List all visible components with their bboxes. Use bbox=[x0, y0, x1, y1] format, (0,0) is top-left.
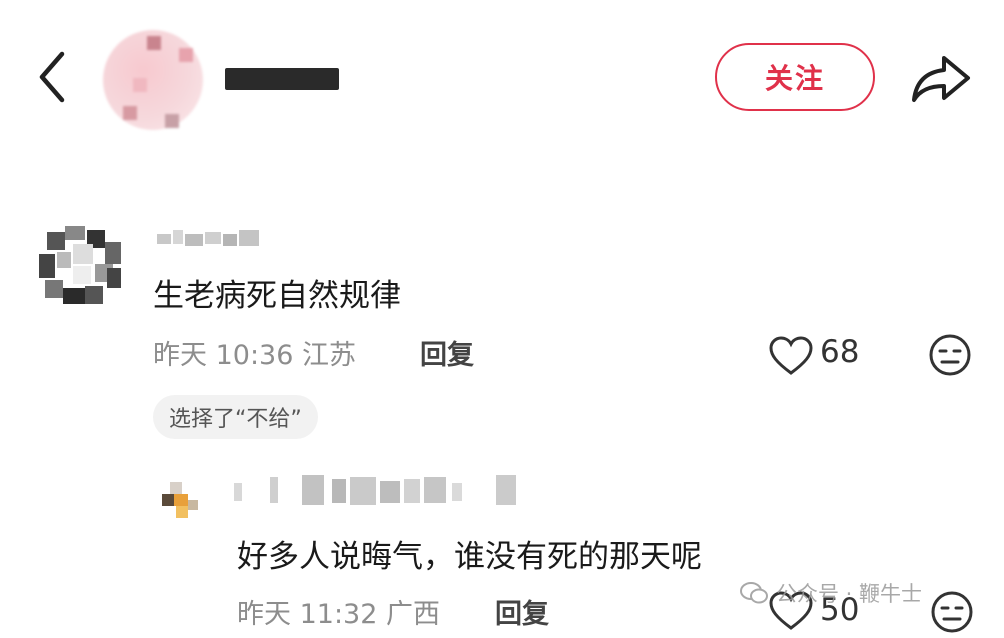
share-arrow-icon bbox=[912, 56, 970, 102]
author-avatar[interactable] bbox=[103, 30, 203, 130]
follow-button[interactable]: 关注 bbox=[715, 43, 875, 111]
dislike-button[interactable] bbox=[930, 590, 974, 634]
comment-text: 好多人说晦气，谁没有死的那天呢 bbox=[237, 539, 702, 575]
commenter-name-redacted bbox=[157, 226, 261, 248]
vote-choice-chip: 选择了“不给” bbox=[153, 395, 318, 439]
chevron-left-icon bbox=[39, 51, 65, 103]
reply-avatar[interactable] bbox=[162, 480, 202, 520]
neutral-face-icon bbox=[931, 591, 973, 633]
share-button[interactable] bbox=[908, 50, 974, 106]
comment-meta: 昨天 10:36 江苏 bbox=[153, 340, 356, 371]
commenter-avatar[interactable] bbox=[35, 222, 125, 312]
watermark: 公众号 · 鞭牛士 bbox=[740, 578, 922, 608]
neutral-face-icon bbox=[929, 334, 971, 376]
wechat-icon bbox=[740, 582, 768, 604]
dislike-button[interactable] bbox=[928, 333, 972, 377]
comment-meta: 昨天 11:32 广西 bbox=[237, 599, 440, 630]
back-button[interactable] bbox=[28, 48, 78, 106]
heart-icon bbox=[769, 336, 813, 375]
reply-button[interactable]: 回复 bbox=[495, 592, 549, 631]
reply-button[interactable]: 回复 bbox=[420, 333, 474, 372]
comment-text: 生老病死自然规律 bbox=[153, 278, 401, 314]
like-count: 68 bbox=[820, 334, 860, 370]
watermark-text: 公众号 · 鞭牛士 bbox=[776, 582, 923, 606]
like-button[interactable] bbox=[768, 335, 814, 377]
author-name-redacted bbox=[225, 68, 339, 90]
reply-name-redacted bbox=[234, 473, 524, 507]
